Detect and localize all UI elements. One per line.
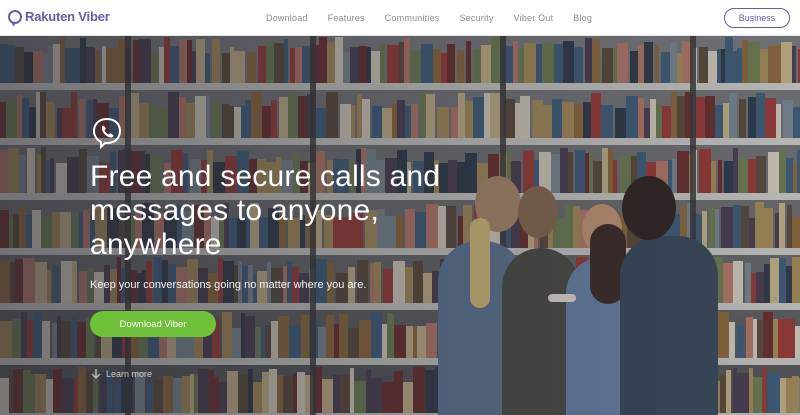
nav-features[interactable]: Features <box>328 13 365 23</box>
viber-logo-icon <box>8 9 22 24</box>
learn-more-link[interactable]: Learn more <box>90 368 152 380</box>
logo-text: Rakuten Viber <box>25 9 110 24</box>
nav-viber-out[interactable]: Viber Out <box>514 13 554 23</box>
chat-bubble-phone-icon <box>92 117 122 150</box>
nav-download[interactable]: Download <box>266 13 308 23</box>
business-button[interactable]: Business <box>724 8 790 28</box>
download-viber-button[interactable]: Download Viber <box>90 311 216 337</box>
top-navigation-bar: Rakuten Viber Download Features Communit… <box>0 0 800 36</box>
learn-more-label: Learn more <box>106 369 153 379</box>
rakuten-viber-logo[interactable]: Rakuten Viber <box>8 9 110 24</box>
nav-communities[interactable]: Communities <box>385 13 440 23</box>
main-nav: Download Features Communities Security V… <box>266 0 612 36</box>
nav-security[interactable]: Security <box>459 13 493 23</box>
hero-title: Free and secure calls and messages to an… <box>90 160 441 261</box>
hero-subtitle: Keep your conversations going no matter … <box>90 279 367 291</box>
arrow-down-icon <box>91 369 101 379</box>
nav-blog[interactable]: Blog <box>573 13 592 23</box>
hero-section: Free and secure calls and messages to an… <box>0 36 800 415</box>
